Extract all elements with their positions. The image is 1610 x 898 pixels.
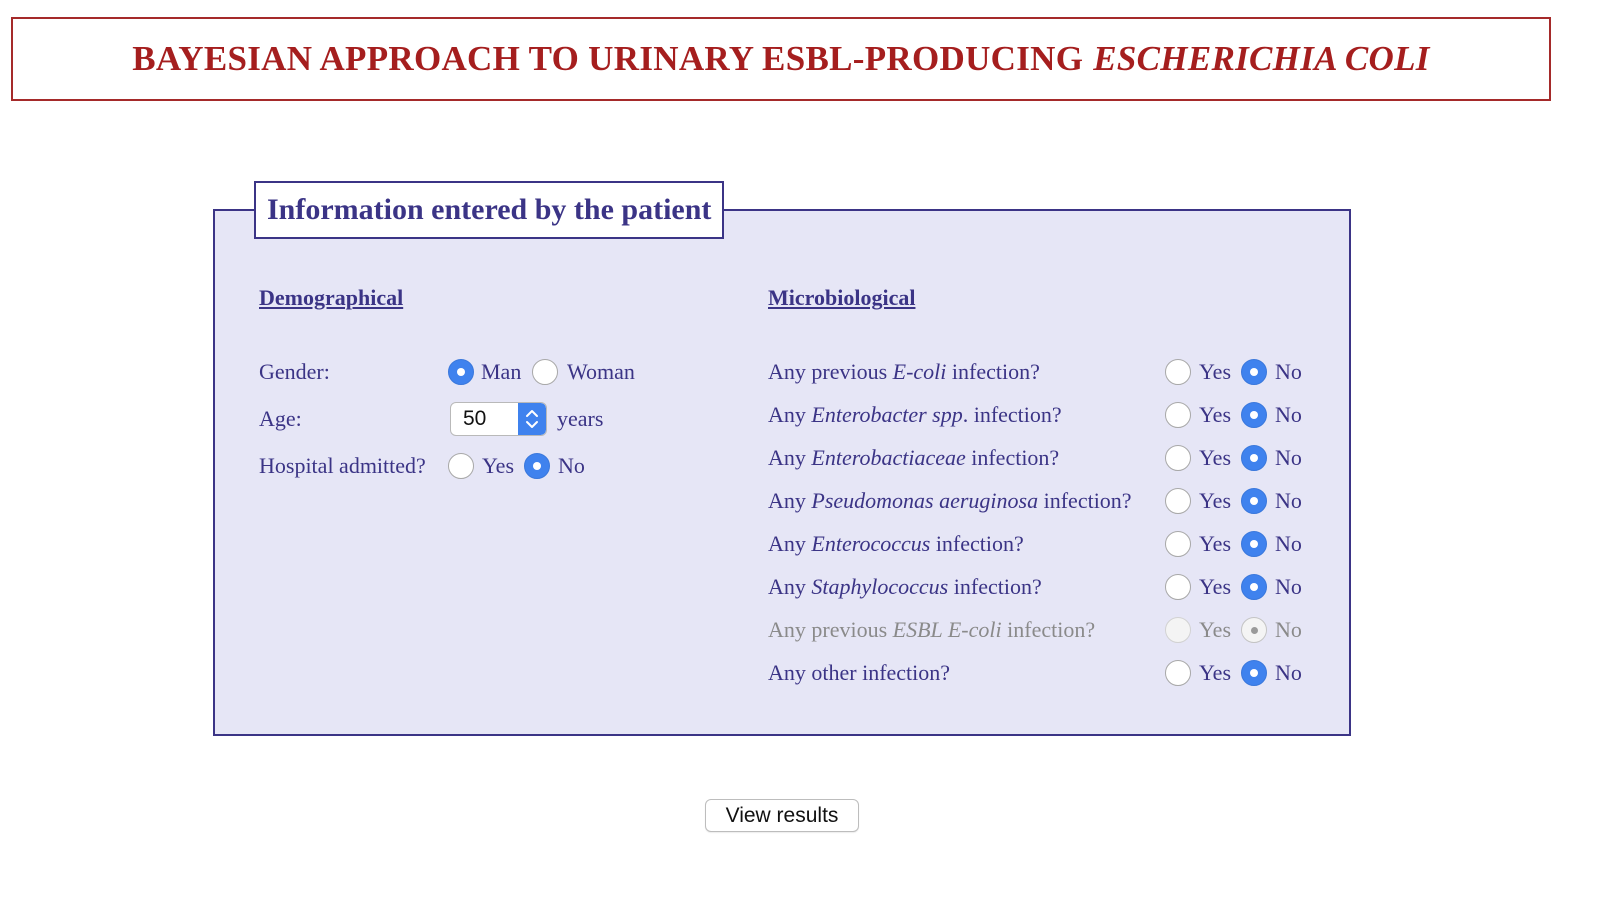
micro-question-1: Any Enterobacter spp. infection?: [768, 402, 1062, 428]
micro-no-label-2: No: [1275, 445, 1302, 470]
micro-no-label-7: No: [1275, 660, 1302, 685]
micro-no-radio-5[interactable]: [1241, 574, 1267, 600]
micro-no-radio-6: [1241, 617, 1267, 643]
micro-question-text: Any previous: [768, 617, 893, 642]
gender-woman-label: Woman: [567, 359, 635, 384]
micro-no-label-5: No: [1275, 574, 1302, 599]
micro-no-radio-0[interactable]: [1241, 359, 1267, 385]
hospital-no-radio[interactable]: [524, 453, 550, 479]
micro-question-text: Any: [768, 574, 812, 599]
micro-yes-label-0: Yes: [1199, 359, 1232, 384]
micro-yes-radio-3[interactable]: [1165, 488, 1191, 514]
micro-question-organism: Enterobactiaceae: [811, 445, 966, 470]
gender-woman-radio[interactable]: [532, 359, 558, 385]
micro-no-radio-2[interactable]: [1241, 445, 1267, 471]
stepper-arrows-icon: [526, 410, 538, 428]
micro-no-label-4: No: [1275, 531, 1302, 556]
micro-no-label-0: No: [1275, 359, 1302, 384]
micro-question-6: Any previous ESBL E-coli infection?: [768, 617, 1095, 643]
micro-yes-radio-5[interactable]: [1165, 574, 1191, 600]
micro-yes-radio-6: [1165, 617, 1191, 643]
age-stepper[interactable]: [518, 403, 546, 435]
micro-question-organism: Staphylococcus: [811, 574, 949, 599]
micro-yes-label-2: Yes: [1199, 445, 1232, 470]
micro-yes-radio-2[interactable]: [1165, 445, 1191, 471]
micro-question-organism: Enterococcus: [811, 531, 931, 556]
micro-question-2: Any Enterobactiaceae infection?: [768, 445, 1059, 471]
micro-question-7: Any other infection?: [768, 660, 950, 686]
micro-yes-label-3: Yes: [1199, 488, 1232, 513]
gender-man-radio[interactable]: [448, 359, 474, 385]
micro-question-0: Any previous E-coli infection?: [768, 359, 1040, 385]
micro-question-text: Any: [768, 402, 812, 427]
micro-question-3: Any Pseudomonas aeruginosa infection?: [768, 488, 1132, 514]
micro-question-suffix: infection?: [965, 445, 1060, 470]
micro-question-suffix: infection?: [1038, 488, 1132, 513]
micro-question-organism: ESBL E-coli: [892, 617, 1002, 642]
hospital-yes-radio[interactable]: [448, 453, 474, 479]
micro-yes-radio-0[interactable]: [1165, 359, 1191, 385]
micro-yes-radio-1[interactable]: [1165, 402, 1191, 428]
micro-yes-radio-4[interactable]: [1165, 531, 1191, 557]
panel-legend: Information entered by the patient: [254, 181, 725, 239]
micro-no-radio-3[interactable]: [1241, 488, 1267, 514]
micro-question-text: Any previous: [768, 359, 893, 384]
page-title: BAYESIAN APPROACH TO URINARY ESBL-PRODUC…: [11, 17, 1551, 101]
hospital-label: Hospital admitted?: [259, 453, 426, 478]
hospital-yes-label: Yes: [482, 453, 515, 478]
micro-yes-label-4: Yes: [1199, 531, 1232, 556]
micro-question-text: Any: [768, 531, 812, 556]
micro-question-4: Any Enterococcus infection?: [768, 531, 1024, 557]
micro-question-organism: Pseudomonas aeruginosa: [811, 488, 1039, 513]
micro-question-organism: Enterobacter spp: [811, 402, 963, 427]
micro-no-label-1: No: [1275, 402, 1302, 427]
micro-yes-label-6: Yes: [1199, 617, 1232, 642]
micro-question-suffix: . infection?: [962, 402, 1062, 427]
age-input-box: [450, 402, 547, 436]
micro-question-text: Any: [768, 488, 812, 513]
page-title-italic: ESCHERICHIA COLI: [1093, 39, 1430, 78]
micro-question-text: Any: [768, 445, 812, 470]
micro-no-label-3: No: [1275, 488, 1302, 513]
micro-question-text: Any other infection?: [768, 660, 951, 685]
micro-no-radio-7[interactable]: [1241, 660, 1267, 686]
micro-question-suffix: infection?: [930, 531, 1024, 556]
micro-yes-label-1: Yes: [1199, 402, 1232, 427]
demographical-heading: Demographical: [259, 285, 404, 310]
micro-question-suffix: infection?: [1001, 617, 1096, 642]
micro-question-suffix: infection?: [946, 359, 1040, 384]
micro-question-organism: E-coli: [892, 359, 947, 384]
micro-no-radio-4[interactable]: [1241, 531, 1267, 557]
age-input[interactable]: [451, 403, 519, 435]
micro-yes-label-7: Yes: [1199, 660, 1232, 685]
gender-man-label: Man: [481, 359, 522, 384]
hospital-no-label: No: [558, 453, 585, 478]
micro-yes-label-5: Yes: [1199, 574, 1232, 599]
view-results-button[interactable]: View results: [705, 799, 859, 832]
micro-question-suffix: infection?: [948, 574, 1042, 599]
micro-yes-radio-7[interactable]: [1165, 660, 1191, 686]
micro-question-5: Any Staphylococcus infection?: [768, 574, 1042, 600]
microbiological-heading: Microbiological: [768, 285, 916, 310]
page-title-text: BAYESIAN APPROACH TO URINARY ESBL-PRODUC…: [132, 39, 1084, 78]
gender-label: Gender:: [259, 359, 330, 384]
micro-no-label-6: No: [1275, 617, 1302, 642]
age-label: Age:: [259, 406, 302, 431]
age-unit: years: [557, 406, 604, 431]
micro-no-radio-1[interactable]: [1241, 402, 1267, 428]
